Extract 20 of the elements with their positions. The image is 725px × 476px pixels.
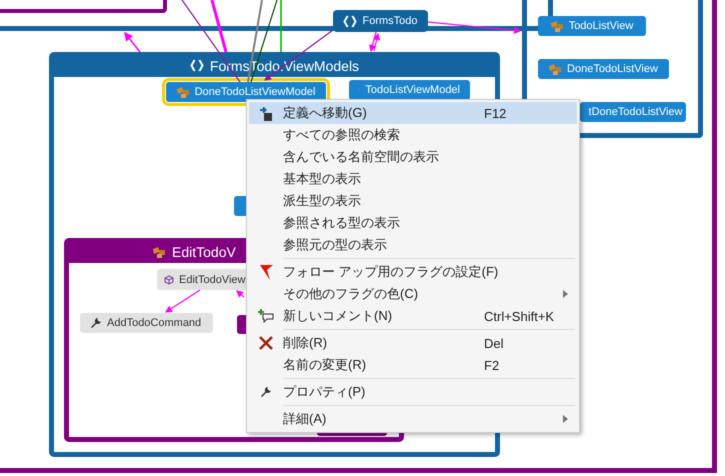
diagram-node[interactable]: TodoListViewModel	[349, 80, 470, 100]
menu-item[interactable]: 基本型の表示	[249, 168, 577, 190]
diagram-node[interactable]: tDoneTodoListView	[580, 102, 686, 122]
menu-item[interactable]: 派生型の表示	[249, 190, 577, 212]
diagram-node[interactable]: FormsTodo	[333, 10, 428, 32]
diagram-node[interactable]: DoneTodoListViewModel	[166, 82, 326, 102]
group-title: EditTodoV	[172, 244, 236, 260]
menu-item[interactable]: 含んでいる名前空間の表示	[249, 146, 577, 168]
diagram-node[interactable]: DoneTodoListView	[538, 59, 669, 79]
menu-item[interactable]: 詳細(A)	[249, 408, 577, 430]
menu-item[interactable]: 定義へ移動(G) F12	[249, 102, 577, 124]
diagram-node[interactable]: TodoListView	[538, 16, 646, 36]
diagram-node[interactable]: AddTodoCommand	[80, 313, 213, 333]
menu-item[interactable]: 新しいコメント(N) Ctrl+Shift+K	[249, 305, 577, 327]
menu-item[interactable]: 参照元の型の表示	[249, 234, 577, 256]
menu-item[interactable]: 削除(R) Del	[249, 332, 577, 354]
menu-item[interactable]: プロパティ(P)	[249, 381, 577, 403]
menu-item[interactable]: すべての参照の検索	[249, 124, 577, 146]
menu-item[interactable]: 名前の変更(R) F2	[249, 354, 577, 376]
menu-item[interactable]: 参照される型の表示	[249, 212, 577, 234]
